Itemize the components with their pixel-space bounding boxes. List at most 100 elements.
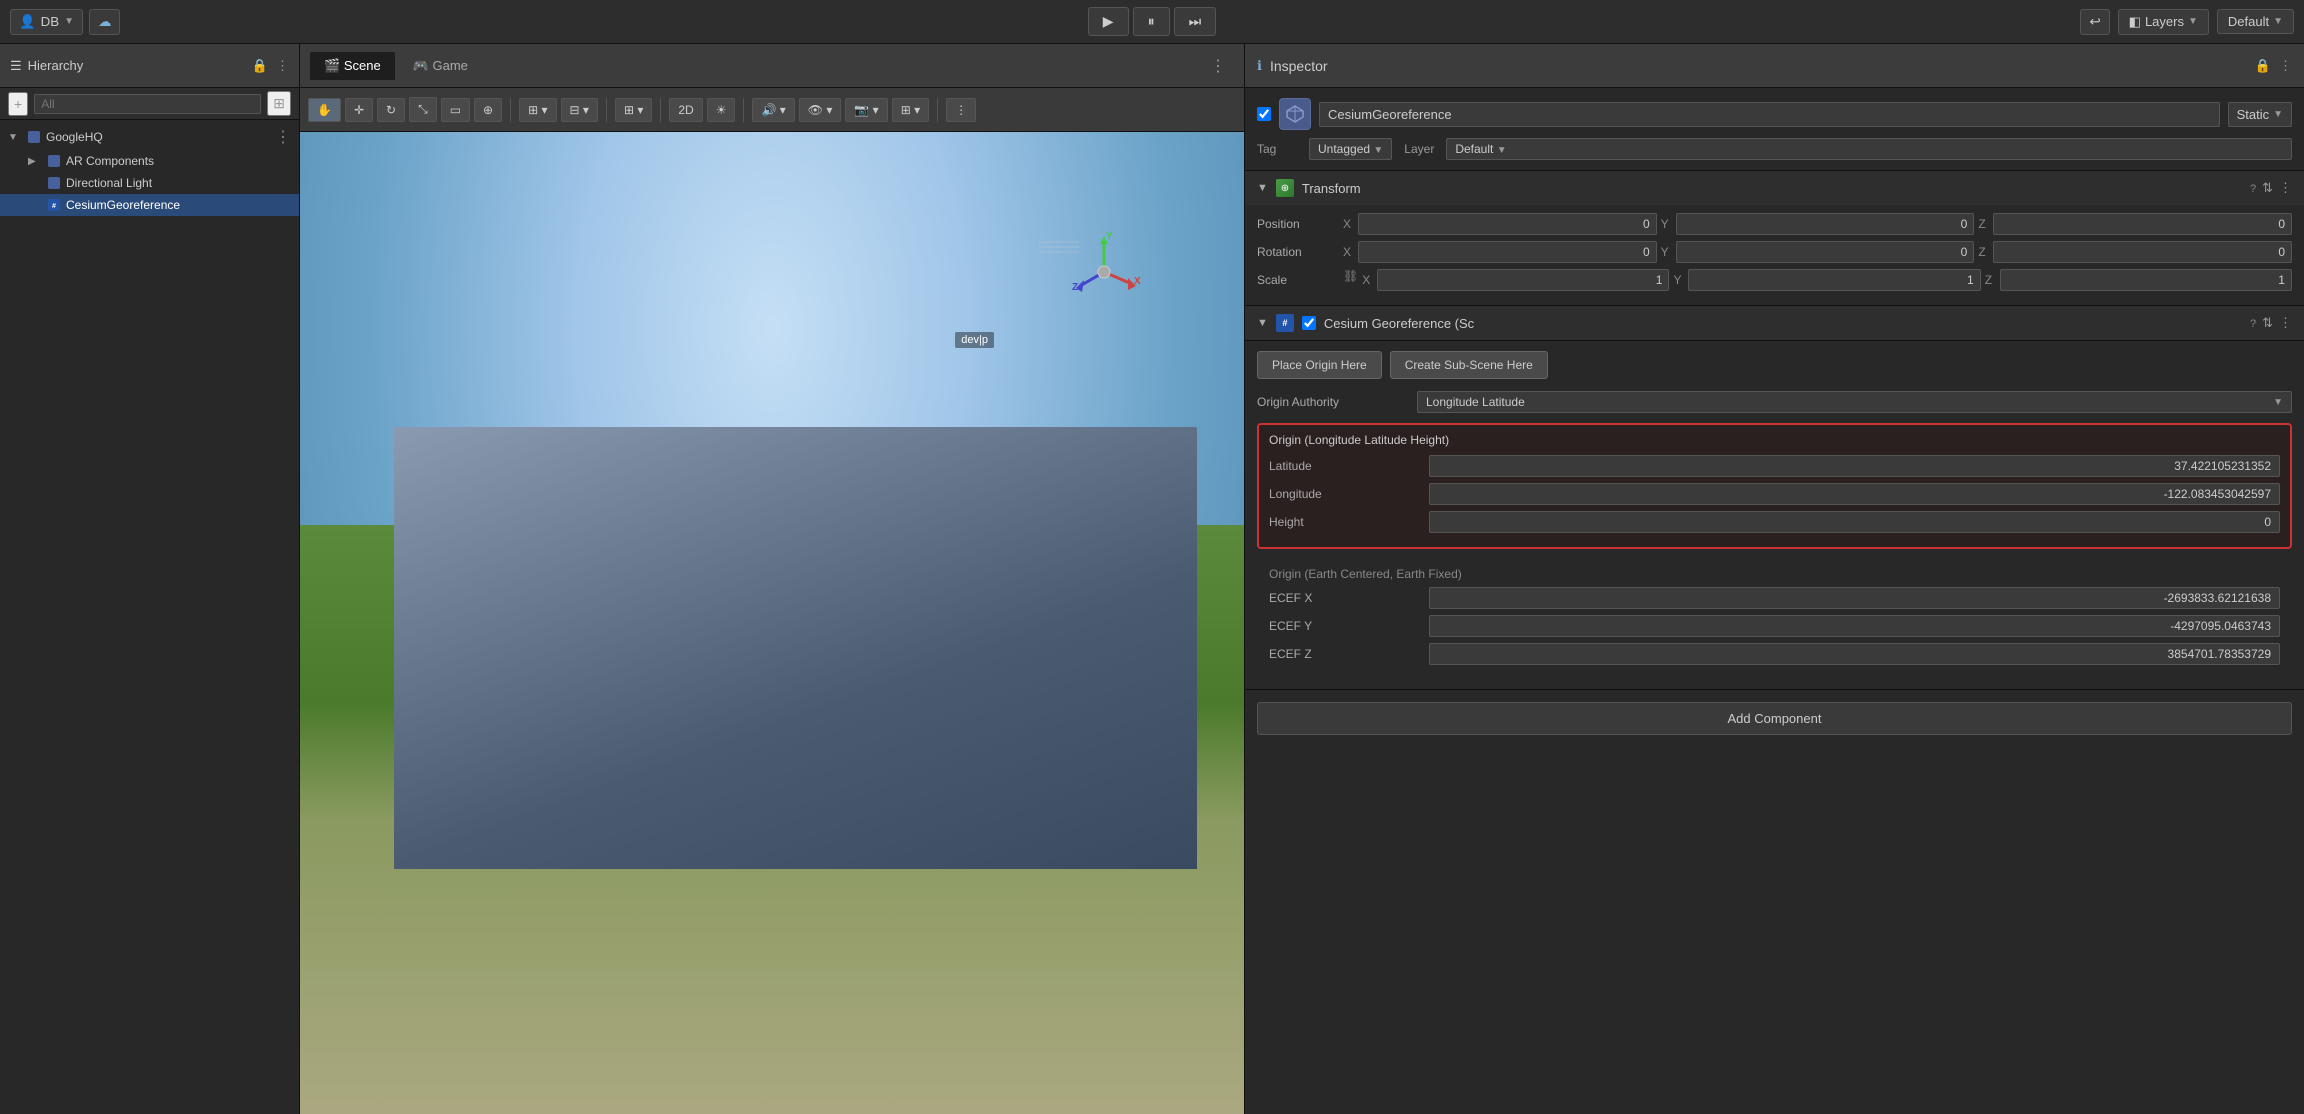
step-button[interactable]: ⏭ — [1174, 7, 1217, 36]
cesium-settings-icon[interactable]: ⇅ — [2262, 315, 2273, 331]
transform-settings-icon[interactable]: ⇅ — [2262, 180, 2273, 196]
layer-label: Layer — [1404, 142, 1434, 156]
rotation-z-input[interactable] — [1993, 241, 2292, 263]
hierarchy-search-input[interactable] — [34, 94, 261, 114]
scale-x-input[interactable] — [1377, 269, 1669, 291]
audio-tool-button[interactable]: 🔊 ▾ — [752, 98, 794, 122]
undo-button[interactable]: ↩ — [2080, 9, 2109, 35]
transform-section-header[interactable]: ▼ ⊕ Transform ⇅ ⋮ — [1245, 171, 2304, 205]
height-label: Height — [1269, 515, 1429, 529]
cloud-button[interactable]: ☁ — [89, 9, 120, 35]
position-x-input[interactable] — [1358, 213, 1657, 235]
height-row: Height — [1269, 511, 2280, 533]
scene-tabs: 🎬 Scene 🎮 Game ⋮ — [300, 44, 1244, 88]
layers-icon: ◧ — [2129, 14, 2141, 30]
object-3d-icon — [1279, 98, 1311, 130]
cesium-section-header[interactable]: ▼ # Cesium Georeference (Sc ⇅ ⋮ — [1245, 306, 2304, 341]
view-2d-button[interactable]: 2D — [669, 98, 702, 122]
svg-text:X: X — [1134, 276, 1141, 287]
info-icon — [1257, 58, 1262, 74]
static-chevron-icon: ▼ — [2273, 109, 2283, 120]
scale-row: Scale ⛓ X Y Z — [1257, 269, 2292, 291]
tab-game[interactable]: 🎮 Game — [399, 52, 482, 80]
tree-item-cesium-georeference[interactable]: ▶ # CesiumGeoreference — [0, 194, 299, 216]
light-tool-button[interactable]: ☀ — [707, 98, 736, 122]
tree-item-googlehq[interactable]: ▼ GoogleHQ ⋮ — [0, 124, 299, 150]
svg-text:Y: Y — [1106, 232, 1113, 242]
layers-dropdown[interactable]: ◧ Layers ▼ — [2118, 9, 2209, 35]
scale-z-input[interactable] — [2000, 269, 2292, 291]
scale-label: Scale — [1257, 273, 1337, 287]
pivot-tool-button[interactable]: ⊞ ▾ — [519, 98, 556, 122]
inspector-more-icon[interactable]: ⋮ — [2279, 58, 2292, 74]
rect-tool-button[interactable]: ▭ — [441, 98, 470, 122]
add-component-button[interactable]: Add Component — [1257, 702, 2292, 735]
hand-tool-button[interactable]: ✋ — [308, 98, 341, 122]
latitude-input[interactable] — [1429, 455, 2280, 477]
position-z-input[interactable] — [1993, 213, 2292, 235]
gizmo-tool-button[interactable]: ⊞ ▾ — [892, 98, 929, 122]
cesium-more-icon[interactable]: ⋮ — [2279, 315, 2292, 331]
place-origin-button[interactable]: Place Origin Here — [1257, 351, 1382, 379]
object-active-checkbox[interactable] — [1257, 107, 1271, 121]
rotation-label: Rotation — [1257, 245, 1337, 259]
ecef-section: Origin (Earth Centered, Earth Fixed) ECE… — [1257, 559, 2292, 679]
move-tool-button[interactable]: ✛ — [345, 98, 373, 122]
rotation-y-field: Y — [1661, 241, 1975, 263]
rotation-y-label: Y — [1661, 245, 1673, 259]
height-input[interactable] — [1429, 511, 2280, 533]
more-icon-googlehq[interactable]: ⋮ — [275, 127, 291, 147]
ecef-x-input[interactable] — [1429, 587, 2280, 609]
grid-tool-button[interactable]: ⊞ ▾ — [615, 98, 652, 122]
ecef-y-input[interactable] — [1429, 615, 2280, 637]
scale-y-input[interactable] — [1688, 269, 1980, 291]
tab-scene[interactable]: 🎬 Scene — [310, 52, 395, 80]
longitude-label: Longitude — [1269, 487, 1429, 501]
hierarchy-filter-icon[interactable]: ⊞ — [267, 91, 291, 116]
ecef-z-input[interactable] — [1429, 643, 2280, 665]
object-name-input[interactable] — [1319, 102, 2220, 127]
static-button[interactable]: Static ▼ — [2228, 102, 2292, 127]
transform-tool-button[interactable]: ⊕ — [474, 98, 502, 122]
account-button[interactable]: 👤 DB ▼ — [10, 9, 83, 35]
scale-y-field: Y — [1673, 269, 1980, 291]
transform-more-icon[interactable]: ⋮ — [2279, 180, 2292, 196]
effects-tool-button[interactable]: 👁 ▾ — [799, 98, 842, 122]
rotate-tool-button[interactable]: ↻ — [377, 98, 405, 122]
transform-body: Position X Y Z — [1245, 205, 2304, 305]
position-x-field: X — [1343, 213, 1657, 235]
longitude-input[interactable] — [1429, 483, 2280, 505]
play-button[interactable]: ▶ — [1088, 7, 1129, 36]
transform-arrow-icon: ▼ — [1257, 182, 1268, 194]
default-dropdown[interactable]: Default ▼ — [2217, 9, 2294, 34]
tag-select[interactable]: Untagged ▼ — [1309, 138, 1392, 160]
tag-chevron-icon: ▼ — [1373, 145, 1383, 156]
add-hierarchy-item-button[interactable] — [8, 92, 28, 116]
create-sub-scene-button[interactable]: Create Sub-Scene Here — [1390, 351, 1548, 379]
pause-button[interactable]: ⏸ — [1133, 7, 1170, 36]
camera-tool-button[interactable]: 📷 ▾ — [845, 98, 887, 122]
rotation-x-input[interactable] — [1358, 241, 1657, 263]
transform-question-icon[interactable] — [2250, 180, 2256, 196]
scale-z-field: Z — [1985, 269, 2292, 291]
position-y-input[interactable] — [1676, 213, 1975, 235]
more-tools-button[interactable]: ⋮ — [946, 98, 976, 122]
lock-icon[interactable]: 🔒 — [252, 58, 268, 74]
cesium-component-active-checkbox[interactable] — [1302, 316, 1316, 330]
scale-tool-button[interactable]: ⤡ — [409, 97, 437, 122]
inspector-lock-icon[interactable]: 🔒 — [2255, 58, 2271, 74]
scene-view[interactable]: Y X Z dev|p — [300, 132, 1244, 1114]
svg-text:#: # — [52, 203, 56, 210]
cesium-question-icon[interactable] — [2250, 315, 2256, 331]
layer-select[interactable]: Default ▼ — [1446, 138, 2292, 160]
tree-item-ar-components[interactable]: ▶ AR Components — [0, 150, 299, 172]
tree-label-directional-light: Directional Light — [66, 176, 152, 190]
origin-lla-title: Origin (Longitude Latitude Height) — [1269, 433, 2280, 447]
origin-authority-select[interactable]: Longitude Latitude ▼ — [1417, 391, 2292, 413]
position-z-label: Z — [1978, 217, 1990, 231]
tree-item-directional-light[interactable]: ▶ Directional Light — [0, 172, 299, 194]
more-options-icon[interactable]: ⋮ — [276, 58, 289, 74]
scene-tab-more-icon[interactable]: ⋮ — [1202, 56, 1234, 76]
rotation-y-input[interactable] — [1676, 241, 1975, 263]
global-tool-button[interactable]: ⊟ ▾ — [561, 98, 598, 122]
